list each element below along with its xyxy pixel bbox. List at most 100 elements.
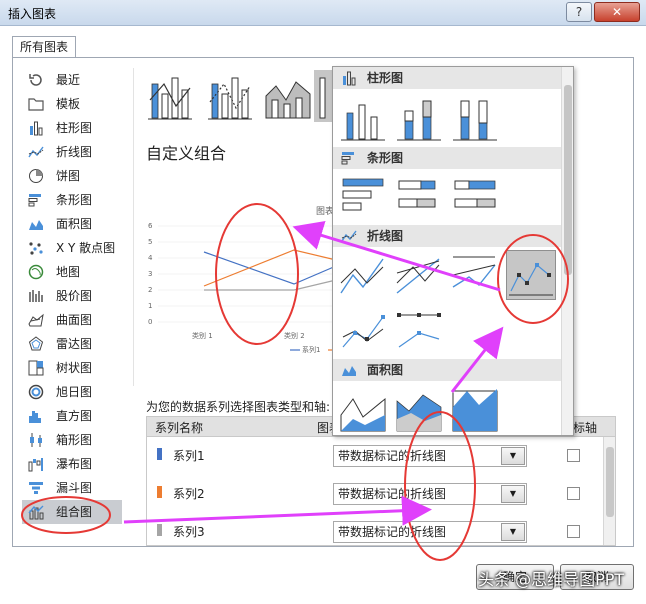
dropdown-scrollbar[interactable] (561, 67, 573, 435)
clustered-column-option[interactable] (339, 95, 387, 143)
area-chart-icon (29, 220, 43, 230)
column-chart-icon (343, 71, 356, 86)
series-instruction: 为您的数据系列选择图表类型和轴: (146, 400, 331, 414)
sidebar-item-histogram[interactable]: 直方图 (22, 404, 122, 428)
scatter-chart-icon (29, 242, 43, 255)
series-color-swatch (157, 524, 162, 536)
sidebar-item-pie[interactable]: 饼图 (22, 164, 122, 188)
sidebar-item-waterfall[interactable]: 瀑布图 (22, 452, 122, 476)
y-tick: 4 (148, 254, 153, 262)
y-tick: 2 (148, 286, 152, 294)
chart-type-value: 带数据标记的折线图 (338, 525, 447, 539)
sidebar-item-combo[interactable]: 组合图 (22, 500, 122, 524)
stacked-line-markers-option[interactable] (339, 307, 387, 355)
sidebar-item-label: 雷达图 (56, 337, 93, 351)
series-color-swatch (157, 486, 162, 498)
sidebar-item-label: 地图 (56, 265, 81, 279)
y-tick: 3 (148, 270, 152, 278)
sidebar-item-funnel[interactable]: 漏斗图 (22, 476, 122, 500)
close-button[interactable]: ✕ (594, 2, 640, 22)
sunburst-chart-icon (28, 384, 44, 400)
boxplot-chart-icon (30, 433, 42, 447)
pie-chart-icon (29, 169, 43, 183)
sidebar-item-recent[interactable]: 最近 (22, 68, 122, 92)
clustered-bar-option[interactable] (339, 173, 387, 221)
sidebar-item-label: 漏斗图 (56, 481, 93, 495)
sidebar-item-radar[interactable]: 雷达图 (22, 332, 122, 356)
chart-type-value: 带数据标记的折线图 (338, 487, 447, 501)
sidebar-item-templates[interactable]: 模板 (22, 92, 122, 116)
stock-chart-icon (29, 290, 43, 302)
chart-type-select[interactable]: 带数据标记的折线图 ▼ (333, 521, 527, 543)
scroll-thumb[interactable] (606, 447, 614, 517)
percent-stacked-column-option[interactable] (451, 95, 499, 143)
percent-stacked-area-option[interactable] (451, 385, 499, 433)
table-row: 系列1 带数据标记的折线图 ▼ (147, 437, 603, 475)
stacked-area-option[interactable] (395, 385, 443, 433)
line-with-markers-option[interactable] (506, 250, 556, 300)
sidebar-item-column[interactable]: 柱形图 (22, 116, 122, 140)
combo-preview-chart: 图表 6 5 4 3 2 1 0 类别 1 类别 2 系列1 (148, 205, 340, 354)
sidebar-item-scatter[interactable]: X Y 散点图 (22, 236, 122, 260)
category-header-bar: 条形图 (333, 147, 561, 169)
sidebar-item-label: 模板 (56, 97, 81, 111)
grid-scrollbar[interactable] (603, 437, 615, 545)
secondary-axis-checkbox[interactable] (567, 449, 580, 462)
page-title: 自定义组合 (146, 144, 227, 163)
stacked-line-option[interactable] (395, 251, 443, 299)
scroll-thumb[interactable] (564, 85, 572, 275)
percent-stacked-bar-option[interactable] (451, 173, 499, 221)
chevron-down-icon[interactable]: ▼ (501, 523, 525, 541)
stacked-column-option[interactable] (395, 95, 443, 143)
chart-type-dropdown: 柱形图 条形图 折线图 面积图 (332, 66, 574, 436)
sidebar-item-bar[interactable]: 条形图 (22, 188, 122, 212)
chart-type-value: 带数据标记的折线图 (338, 449, 447, 463)
sidebar-item-treemap[interactable]: 树状图 (22, 356, 122, 380)
combo-area-column-thumb[interactable] (264, 70, 312, 122)
chevron-down-icon[interactable]: ▼ (501, 447, 525, 465)
sidebar-item-surface[interactable]: 曲面图 (22, 308, 122, 332)
percent-stacked-line-option[interactable] (451, 251, 499, 299)
stacked-bar-option[interactable] (395, 173, 443, 221)
area-option[interactable] (339, 385, 387, 433)
category-label: 条形图 (367, 151, 404, 165)
radar-chart-icon (28, 336, 44, 351)
line-chart-icon (341, 230, 357, 242)
preview-series-2-line (203, 249, 337, 287)
column-chart-icon (30, 121, 43, 136)
sidebar-item-label: 饼图 (56, 169, 81, 183)
line-chart-icon (28, 146, 44, 158)
line-option[interactable] (339, 251, 387, 299)
legend-label: 系列1 (302, 345, 320, 354)
chart-type-select[interactable]: 带数据标记的折线图 ▼ (333, 483, 527, 505)
tab-all-charts[interactable]: 所有图表 (12, 36, 76, 58)
sidebar-item-label: 股价图 (56, 289, 93, 303)
x-tick: 类别 1 (192, 331, 213, 340)
col-header-axis: 标轴 (573, 421, 598, 435)
y-tick: 1 (148, 302, 152, 310)
treemap-chart-icon (28, 360, 44, 376)
waterfall-chart-icon (28, 458, 43, 472)
series-name: 系列1 (173, 449, 205, 463)
x-tick: 类别 2 (284, 331, 305, 340)
sidebar-item-sunburst[interactable]: 旭日图 (22, 380, 122, 404)
sidebar-item-area[interactable]: 面积图 (22, 212, 122, 236)
preview-series-1-line (203, 251, 337, 285)
combo-column-line-secondary-thumb[interactable] (206, 70, 254, 122)
combo-column-line-thumb[interactable] (146, 70, 194, 122)
sidebar-item-line[interactable]: 折线图 (22, 140, 122, 164)
sidebar-item-boxplot[interactable]: 箱形图 (22, 428, 122, 452)
sidebar-item-stock[interactable]: 股价图 (22, 284, 122, 308)
sidebar-item-label: 瀑布图 (56, 457, 93, 471)
secondary-axis-checkbox[interactable] (567, 487, 580, 500)
sidebar-item-map[interactable]: 地图 (22, 260, 122, 284)
y-tick: 6 (148, 222, 153, 230)
secondary-axis-checkbox[interactable] (567, 525, 580, 538)
combo-custom-thumb[interactable] (314, 70, 334, 122)
sidebar-item-label: 箱形图 (56, 433, 93, 447)
window-title: 插入图表 (8, 7, 57, 21)
percent-stacked-line-markers-option[interactable] (395, 307, 443, 355)
chart-type-select[interactable]: 带数据标记的折线图 ▼ (333, 445, 527, 467)
help-button[interactable]: ? (566, 2, 592, 22)
chevron-down-icon[interactable]: ▼ (501, 485, 525, 503)
